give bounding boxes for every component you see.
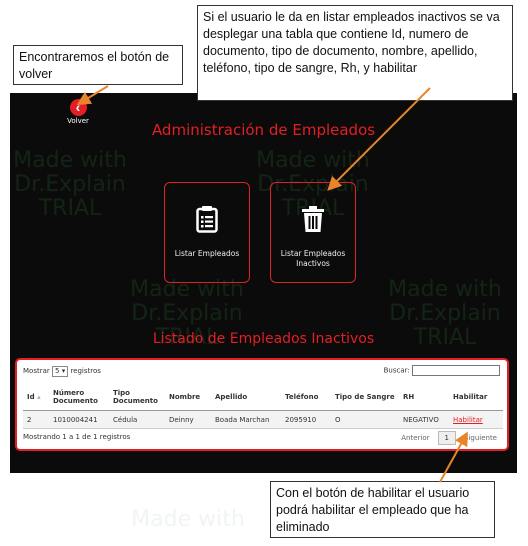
cell-blood-type: O (331, 410, 399, 429)
chevron-left-icon: ‹ (69, 99, 87, 116)
cell-document-number: 1010004241 (49, 410, 109, 429)
list-inactive-employees-card[interactable]: Listar Empleados Inactivos (270, 182, 356, 283)
enable-link[interactable]: Habilitar (453, 416, 483, 424)
column-header-rh[interactable]: RH (399, 384, 449, 411)
search-control: Buscar: (384, 365, 500, 376)
column-header-name[interactable]: Nombre (165, 384, 211, 411)
list-employees-label: Listar Empleados (174, 249, 240, 258)
chevron-down-icon: ▾ (61, 367, 66, 375)
column-header-enable[interactable]: Habilitar (449, 384, 503, 411)
callout-enable-button: Con el botón de habilitar el usuario pod… (270, 481, 495, 538)
page-length-control: Mostrar 5 ▾ registros (23, 366, 101, 377)
page-title: Administración de Empleados (151, 121, 376, 139)
cell-rh: NEGATIVO (399, 410, 449, 429)
column-header-phone[interactable]: Teléfono (281, 384, 331, 411)
column-header-surname[interactable]: Apellido (211, 384, 281, 411)
search-input[interactable] (412, 365, 500, 376)
previous-page-button[interactable]: Anterior (401, 434, 429, 442)
column-header-blood-type[interactable]: Tipo de Sangre (331, 384, 399, 411)
employees-table: Id ▴ Número Documento Tipo Documento Nom… (23, 384, 503, 429)
table-row: 2 1010004241 Cédula Deinny Boada Marchan… (23, 410, 503, 429)
next-page-button[interactable]: Siguiente (464, 434, 497, 442)
watermark: Made withDr.ExplainTRIAL (13, 148, 127, 221)
search-label: Buscar: (383, 366, 410, 375)
list-inactive-employees-label: Listar Empleados Inactivos (280, 249, 346, 268)
pagination: Anterior 1 Siguiente (401, 431, 497, 445)
clipboard-list-icon (165, 205, 249, 233)
list-employees-card[interactable]: Listar Empleados (164, 182, 250, 283)
page-number-button[interactable]: 1 (437, 431, 456, 445)
cell-name: Deinny (165, 410, 211, 429)
column-header-document-number[interactable]: Número Documento (49, 384, 109, 411)
length-prefix: Mostrar (23, 367, 50, 375)
cell-surname: Boada Marchan (211, 410, 281, 429)
callout-list-inactive: Si el usuario le da en listar empleados … (197, 5, 513, 101)
table-info: Mostrando 1 a 1 de 1 registros (23, 433, 131, 441)
watermark: Made with (131, 507, 245, 532)
cell-id: 2 (23, 410, 49, 429)
trash-icon (271, 205, 355, 233)
page-length-select[interactable]: 5 ▾ (52, 366, 69, 377)
callout-back-button: Encontraremos el botón de volver (13, 45, 183, 85)
cell-document-type: Cédula (109, 410, 165, 429)
length-suffix: registros (70, 367, 101, 375)
section-title: Listado de Empleados Inactivos (152, 331, 375, 347)
app-window: Made with Dr.Explain TRIAL Made with Dr.Exp… (10, 93, 517, 473)
employees-table-panel: Mostrar 5 ▾ registros Buscar: Id ▴ Númer… (15, 358, 509, 451)
column-header-document-type[interactable]: Tipo Documento (109, 384, 165, 411)
cell-phone: 2095910 (281, 410, 331, 429)
cell-enable: Habilitar (449, 410, 503, 429)
column-header-id[interactable]: Id ▴ (23, 384, 49, 411)
